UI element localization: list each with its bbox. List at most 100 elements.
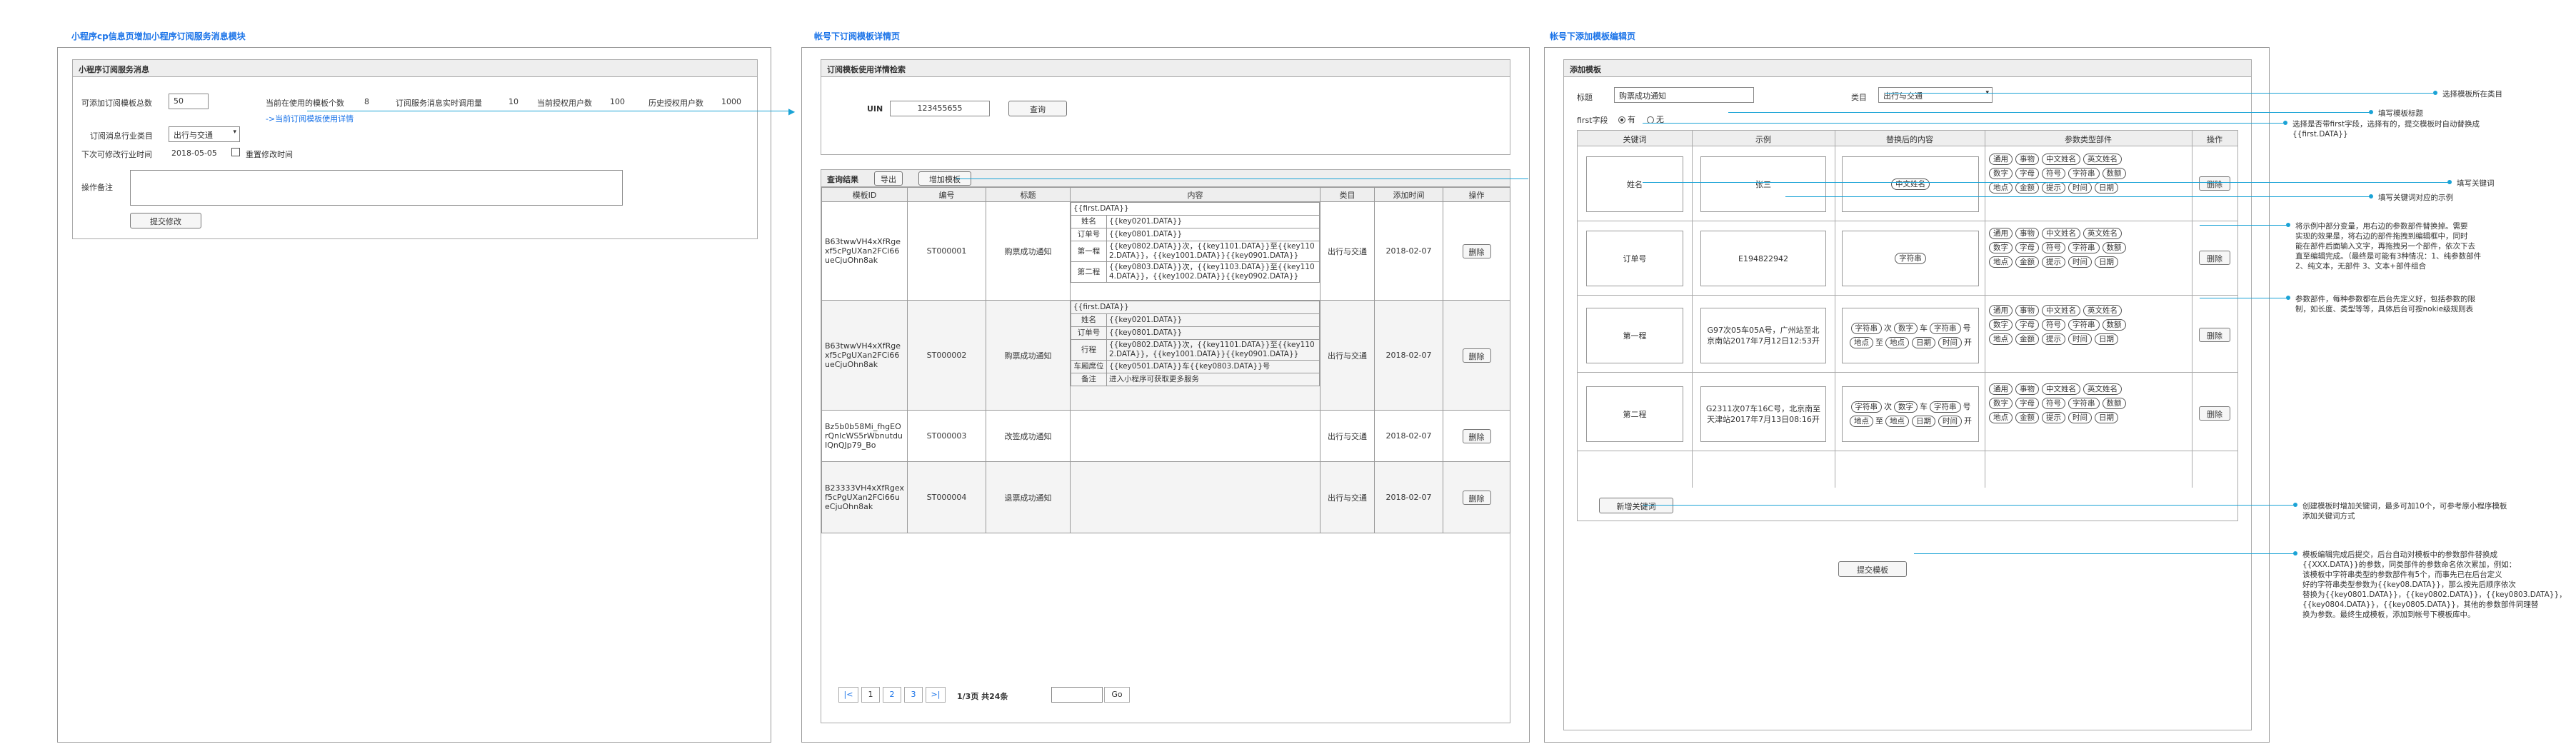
param-chip[interactable]: 金额 bbox=[2015, 182, 2039, 193]
param-chip[interactable]: 字母 bbox=[2015, 242, 2039, 253]
param-chip[interactable]: 字符串 bbox=[1930, 323, 1961, 334]
param-chip[interactable]: 地点 bbox=[1885, 416, 1909, 427]
param-chip[interactable]: 通用 bbox=[1989, 228, 2013, 239]
param-chip[interactable]: 字符串 bbox=[2068, 319, 2100, 331]
example-input[interactable]: E194822942 bbox=[1700, 231, 1826, 286]
param-chip[interactable]: 日期 bbox=[1912, 416, 1935, 427]
param-chip[interactable]: 提示 bbox=[2042, 333, 2065, 345]
delete-button[interactable]: 删除 bbox=[1462, 348, 1491, 363]
param-chip[interactable]: 中文姓名 bbox=[1891, 179, 1930, 190]
param-chip[interactable]: 日期 bbox=[2095, 333, 2118, 345]
param-chip[interactable]: 符号 bbox=[2042, 398, 2065, 409]
param-chip[interactable]: 通用 bbox=[1989, 383, 2013, 395]
pager-page-1[interactable]: 1 bbox=[861, 687, 880, 703]
param-chip[interactable]: 日期 bbox=[2095, 182, 2118, 193]
param-chip[interactable]: 符号 bbox=[2042, 319, 2065, 331]
pager-page-2[interactable]: 2 bbox=[883, 687, 901, 703]
param-chip[interactable]: 金额 bbox=[2015, 412, 2039, 423]
delete-button[interactable]: 删除 bbox=[1462, 428, 1491, 443]
param-chip[interactable]: 时间 bbox=[2068, 412, 2092, 423]
keyword-input[interactable]: 姓名 bbox=[1586, 156, 1683, 212]
param-chip[interactable]: 数字 bbox=[1894, 401, 1918, 413]
param-chip[interactable]: 地点 bbox=[1989, 333, 2013, 345]
param-chip[interactable]: 符号 bbox=[2042, 242, 2065, 253]
example-input[interactable]: G2311次07车16C号，北京南至天津站2017年7月13日08:16开 bbox=[1700, 386, 1826, 442]
param-chip[interactable]: 英文姓名 bbox=[2083, 383, 2122, 395]
param-chip[interactable]: 地点 bbox=[1850, 337, 1873, 348]
param-chip[interactable]: 提示 bbox=[2042, 412, 2065, 423]
param-chip[interactable]: 通用 bbox=[1989, 305, 2013, 316]
param-chip[interactable]: 数字 bbox=[1989, 398, 2013, 409]
param-chip[interactable]: 数额 bbox=[2102, 319, 2126, 331]
param-chip[interactable]: 地点 bbox=[1989, 256, 2013, 268]
param-chip[interactable]: 地点 bbox=[1850, 416, 1873, 427]
param-chip[interactable]: 时间 bbox=[2068, 182, 2092, 193]
param-chip[interactable]: 通用 bbox=[1989, 154, 2013, 165]
param-chip[interactable]: 事物 bbox=[2015, 305, 2039, 316]
first-yes-radio[interactable]: 有 bbox=[1618, 114, 1635, 125]
param-chip[interactable]: 英文姓名 bbox=[2083, 305, 2122, 316]
param-chip[interactable]: 字母 bbox=[2015, 319, 2039, 331]
replaced-content-editor[interactable]: 字符串次数字车字符串号地点至地点 日期 时间开 bbox=[1842, 386, 1979, 442]
export-button[interactable]: 导出 bbox=[874, 171, 903, 186]
param-chip[interactable]: 地点 bbox=[1989, 182, 2013, 193]
pager-first[interactable]: |< bbox=[838, 687, 858, 703]
example-input[interactable]: G97次05车05A号，广州站至北京南站2017年7月12日12:53开 bbox=[1700, 308, 1826, 363]
param-chip[interactable]: 金额 bbox=[2015, 333, 2039, 345]
param-chip[interactable]: 中文姓名 bbox=[2042, 305, 2080, 316]
param-chip[interactable]: 日期 bbox=[2095, 412, 2118, 423]
param-chip[interactable]: 字符串 bbox=[1930, 401, 1961, 413]
param-chip[interactable]: 地点 bbox=[1885, 337, 1909, 348]
param-chip[interactable]: 字符串 bbox=[1895, 253, 1926, 264]
param-chip[interactable]: 数额 bbox=[2102, 168, 2126, 179]
query-button[interactable]: 查询 bbox=[1008, 101, 1067, 116]
keyword-input[interactable]: 第二程 bbox=[1586, 386, 1683, 442]
remark-textarea[interactable] bbox=[130, 170, 623, 206]
replaced-content-editor[interactable]: 字符串次数字车字符串号地点至地点 日期 时间开 bbox=[1842, 308, 1979, 363]
example-input[interactable]: 张三 bbox=[1700, 156, 1826, 212]
param-chip[interactable]: 时间 bbox=[2068, 333, 2092, 345]
param-chip[interactable]: 中文姓名 bbox=[2042, 383, 2080, 395]
param-chip[interactable]: 符号 bbox=[2042, 168, 2065, 179]
submit-button[interactable]: 提交修改 bbox=[130, 213, 201, 228]
param-chip[interactable]: 字符串 bbox=[2068, 242, 2100, 253]
param-chip[interactable]: 数额 bbox=[2102, 398, 2126, 409]
keyword-input[interactable]: 第一程 bbox=[1586, 308, 1683, 363]
pager-page-3[interactable]: 3 bbox=[904, 687, 923, 703]
param-chip[interactable]: 中文姓名 bbox=[2042, 228, 2080, 239]
param-chip[interactable]: 英文姓名 bbox=[2083, 154, 2122, 165]
param-chip[interactable]: 日期 bbox=[1912, 337, 1935, 348]
param-chip[interactable]: 事物 bbox=[2015, 154, 2039, 165]
replaced-content-editor[interactable]: 中文姓名 bbox=[1842, 156, 1979, 212]
industry-select[interactable]: 出行与交通 ▾ bbox=[169, 126, 240, 142]
add-keyword-button[interactable]: 新增关键词 bbox=[1599, 498, 1673, 513]
pager-go-button[interactable]: Go bbox=[1104, 687, 1130, 703]
delete-button[interactable]: 删除 bbox=[1462, 243, 1491, 258]
param-chip[interactable]: 字母 bbox=[2015, 398, 2039, 409]
submit-template-button[interactable]: 提交模板 bbox=[1838, 561, 1907, 577]
delete-button[interactable]: 删除 bbox=[2199, 176, 2230, 191]
param-chip[interactable]: 日期 bbox=[2095, 256, 2118, 268]
param-chip[interactable]: 地点 bbox=[1989, 412, 2013, 423]
param-chip[interactable]: 字符串 bbox=[2068, 168, 2100, 179]
param-chip[interactable]: 数字 bbox=[1989, 168, 2013, 179]
param-chip[interactable]: 字符串 bbox=[1850, 323, 1882, 334]
reset-checkbox[interactable] bbox=[231, 148, 240, 156]
uin-input[interactable]: 123455655 bbox=[890, 101, 990, 116]
usage-detail-link[interactable]: ->当前订阅模板使用详情 bbox=[266, 113, 354, 124]
delete-button[interactable]: 删除 bbox=[2199, 406, 2230, 421]
param-chip[interactable]: 中文姓名 bbox=[2042, 154, 2080, 165]
keyword-input[interactable]: 订单号 bbox=[1586, 231, 1683, 286]
category-select[interactable]: 出行与交通▾ bbox=[1878, 87, 1993, 103]
param-chip[interactable]: 时间 bbox=[2068, 256, 2092, 268]
param-chip[interactable]: 时间 bbox=[1938, 416, 1962, 427]
replaced-content-editor[interactable]: 字符串 bbox=[1842, 231, 1979, 286]
max-templates-input[interactable]: 50 bbox=[169, 94, 209, 109]
param-chip[interactable]: 提示 bbox=[2042, 182, 2065, 193]
param-chip[interactable]: 提示 bbox=[2042, 256, 2065, 268]
param-chip[interactable]: 数字 bbox=[1989, 242, 2013, 253]
param-chip[interactable]: 英文姓名 bbox=[2083, 228, 2122, 239]
param-chip[interactable]: 金额 bbox=[2015, 256, 2039, 268]
title-input[interactable]: 购票成功通知 bbox=[1614, 87, 1754, 103]
param-chip[interactable]: 事物 bbox=[2015, 383, 2039, 395]
